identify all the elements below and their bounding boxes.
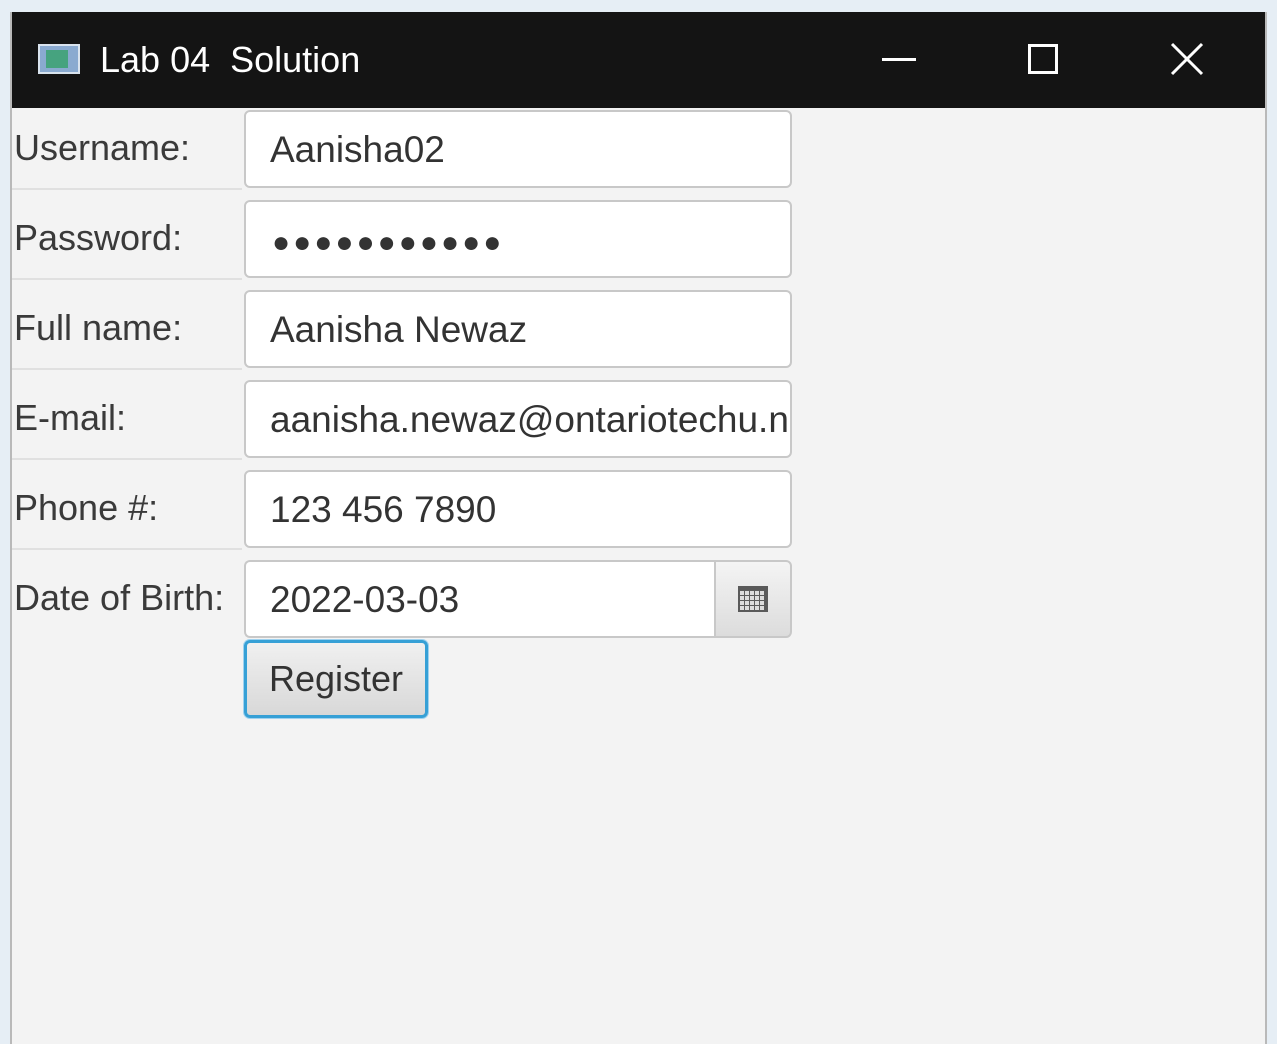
phone-input[interactable]: 123 456 7890 — [244, 470, 792, 548]
maximize-button[interactable] — [972, 12, 1116, 108]
app-icon — [38, 44, 80, 74]
minimize-icon — [882, 58, 916, 61]
full-name-value: Aanisha Newaz — [270, 309, 528, 350]
password-label: Password: — [14, 217, 183, 258]
app-window: Lab 04 Solution Username: Aanisha02 Pass… — [10, 12, 1267, 1044]
calendar-icon — [738, 586, 768, 612]
row-divider — [12, 188, 242, 190]
register-button-label: Register — [268, 658, 404, 699]
row-divider — [12, 548, 242, 550]
email-value: aanisha.newaz@ontariotechu.net — [270, 399, 792, 440]
phone-label: Phone #: — [14, 487, 159, 528]
dob-input[interactable]: 2022-03-03 — [244, 560, 714, 638]
password-mask: ●●●●●●●●●●● — [272, 226, 505, 259]
username-input[interactable]: Aanisha02 — [244, 110, 792, 188]
username-value: Aanisha02 — [270, 129, 445, 170]
close-icon — [1170, 42, 1204, 76]
register-button[interactable]: Register — [244, 640, 428, 718]
window-title: Lab 04 Solution — [100, 39, 361, 80]
phone-value: 123 456 7890 — [270, 489, 497, 530]
email-label: E-mail: — [14, 397, 127, 438]
row-divider — [12, 278, 242, 280]
dob-label: Date of Birth: — [14, 577, 225, 618]
full-name-input[interactable]: Aanisha Newaz — [244, 290, 792, 368]
maximize-icon — [1028, 44, 1058, 74]
row-divider — [12, 368, 242, 370]
dob-value: 2022-03-03 — [270, 579, 460, 620]
username-label: Username: — [14, 127, 191, 168]
minimize-button[interactable] — [828, 12, 972, 108]
email-input[interactable]: aanisha.newaz@ontariotechu.net — [244, 380, 792, 458]
date-picker-button[interactable] — [714, 560, 792, 638]
row-divider — [12, 458, 242, 460]
password-input[interactable]: ●●●●●●●●●●● — [244, 200, 792, 278]
title-bar[interactable]: Lab 04 Solution — [12, 12, 1265, 108]
full-name-label: Full name: — [14, 307, 183, 348]
close-button[interactable] — [1116, 12, 1260, 108]
